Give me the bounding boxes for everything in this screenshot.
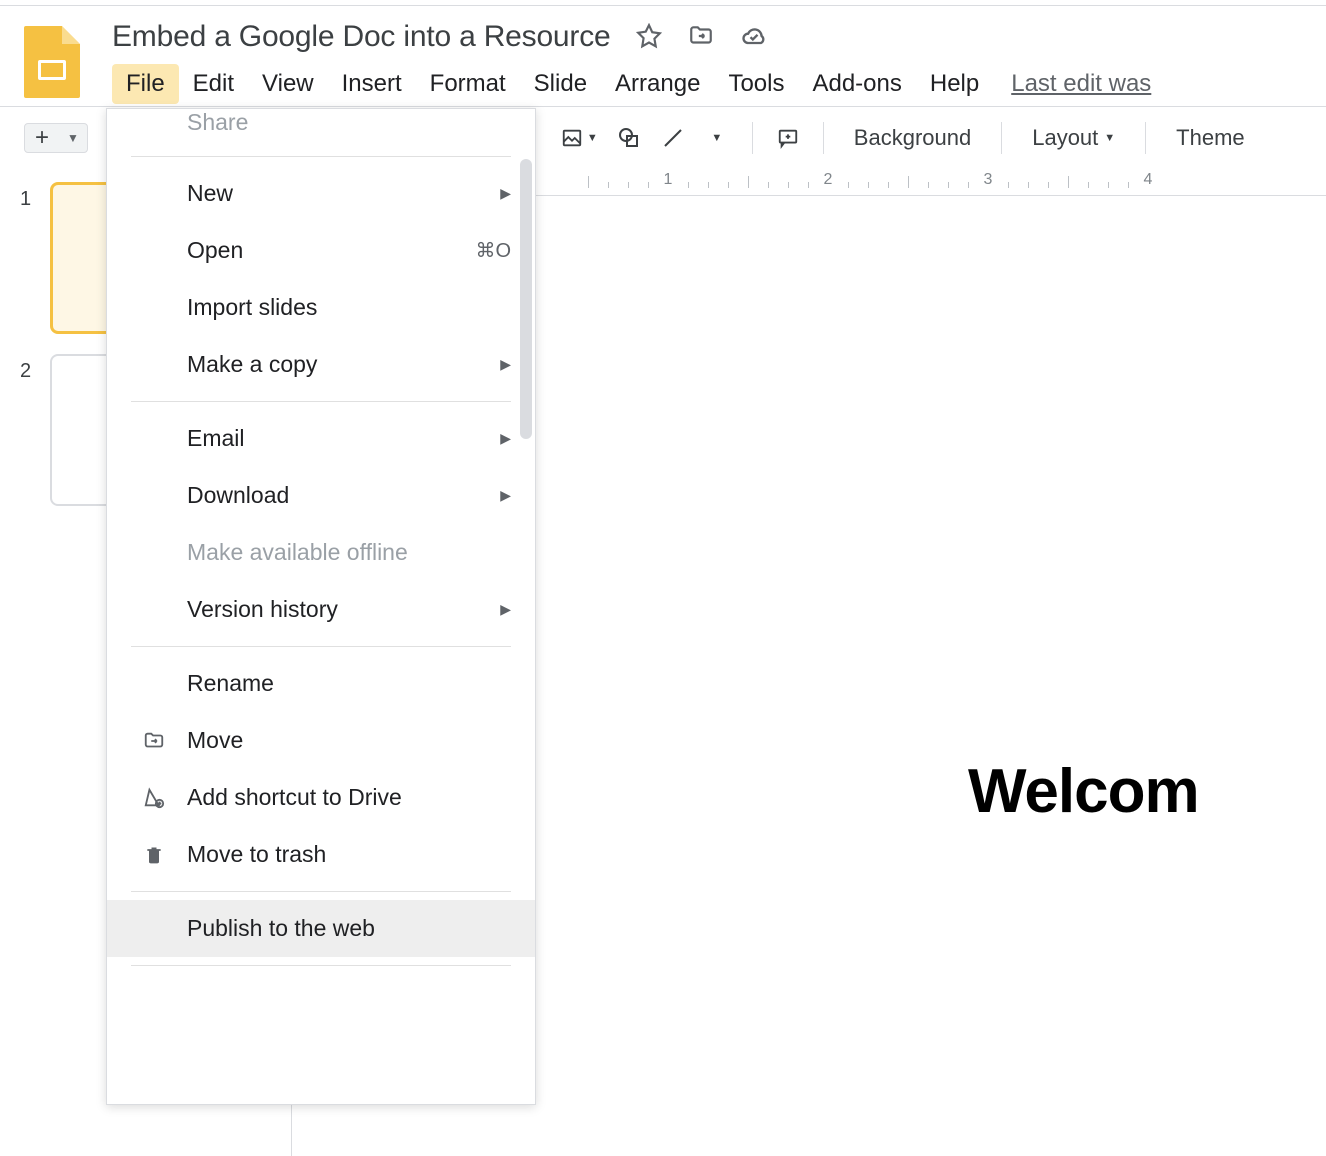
menu-separator — [131, 156, 511, 157]
file-menu-import-slides[interactable]: Import slides — [107, 279, 535, 336]
submenu-arrow-icon: ▶ — [500, 356, 511, 373]
submenu-arrow-icon: ▶ — [500, 487, 511, 504]
move-icon — [139, 730, 169, 752]
menu-slide[interactable]: Slide — [520, 64, 601, 104]
scrollbar[interactable] — [520, 159, 532, 439]
file-menu-offline: Make available offline — [107, 524, 535, 581]
menu-addons[interactable]: Add-ons — [798, 64, 915, 104]
menu-label: Add shortcut to Drive — [187, 784, 511, 811]
menu-tools[interactable]: Tools — [714, 64, 798, 104]
menu-label: Move to trash — [187, 841, 511, 868]
file-menu-email[interactable]: Email ▶ — [107, 410, 535, 467]
ruler-tick: 4 — [1144, 171, 1153, 189]
menu-label: Publish to the web — [187, 915, 511, 942]
ruler-tick: 2 — [824, 171, 833, 189]
new-slide-button[interactable]: + ▼ — [24, 123, 88, 153]
submenu-arrow-icon: ▶ — [500, 430, 511, 447]
menu-separator — [131, 646, 511, 647]
cloud-saved-icon[interactable] — [740, 22, 768, 55]
file-dropdown-menu: Share New ▶ Open ⌘O Import slides Make a… — [106, 108, 536, 1105]
slides-logo[interactable] — [24, 26, 80, 98]
menu-edit[interactable]: Edit — [179, 64, 248, 104]
menu-arrange[interactable]: Arrange — [601, 64, 714, 104]
menu-label: Make available offline — [187, 539, 511, 566]
menu-label: Version history — [187, 596, 500, 623]
menu-label: Email — [187, 425, 500, 452]
divider — [1001, 122, 1002, 154]
ruler-tick: 3 — [984, 171, 993, 189]
caret-down-icon: ▼ — [1104, 132, 1115, 144]
canvas-heading: Welcom — [968, 756, 1199, 827]
menu-label: Download — [187, 482, 500, 509]
theme-button[interactable]: Theme — [1162, 125, 1258, 151]
menu-separator — [131, 891, 511, 892]
image-insert-button[interactable]: ▼ — [555, 119, 604, 157]
last-edit-link[interactable]: Last edit was — [1011, 70, 1151, 98]
menu-label: Import slides — [187, 294, 511, 321]
ruler-tick: 1 — [664, 171, 673, 189]
trash-icon — [139, 844, 169, 866]
caret-down-icon: ▼ — [587, 132, 598, 144]
slide-number: 1 — [20, 182, 50, 211]
file-menu-share[interactable]: Share — [107, 109, 535, 148]
menu-separator — [131, 965, 511, 966]
document-title[interactable]: Embed a Google Doc into a Resource — [112, 20, 610, 54]
menu-label: Move — [187, 727, 511, 754]
layout-label: Layout — [1032, 125, 1098, 151]
caret-down-icon: ▼ — [711, 132, 722, 144]
menu-label: New — [187, 180, 500, 207]
divider — [752, 122, 753, 154]
menu-separator — [131, 401, 511, 402]
menu-label: Make a copy — [187, 351, 500, 378]
menu-help[interactable]: Help — [916, 64, 993, 104]
line-dropdown[interactable]: ▼ — [698, 119, 736, 157]
line-button[interactable] — [654, 119, 692, 157]
move-folder-icon[interactable] — [688, 23, 714, 54]
file-menu-new[interactable]: New ▶ — [107, 165, 535, 222]
file-menu-move[interactable]: Move — [107, 712, 535, 769]
layout-button[interactable]: Layout ▼ — [1018, 125, 1129, 151]
menu-label: Rename — [187, 670, 511, 697]
file-menu-make-copy[interactable]: Make a copy ▶ — [107, 336, 535, 393]
file-menu-publish-web[interactable]: Publish to the web — [107, 900, 535, 957]
slide-canvas[interactable]: Welcom — [538, 196, 1326, 1156]
divider — [823, 122, 824, 154]
menu-format[interactable]: Format — [416, 64, 520, 104]
file-menu-download[interactable]: Download ▶ — [107, 467, 535, 524]
slide-number: 2 — [20, 354, 50, 383]
file-menu-add-shortcut[interactable]: Add shortcut to Drive — [107, 769, 535, 826]
star-icon[interactable] — [636, 23, 662, 54]
file-menu-open[interactable]: Open ⌘O — [107, 222, 535, 279]
file-menu-rename[interactable]: Rename — [107, 655, 535, 712]
menu-insert[interactable]: Insert — [328, 64, 416, 104]
submenu-arrow-icon: ▶ — [500, 185, 511, 202]
menu-label: Open — [187, 237, 475, 264]
menu-file[interactable]: File — [112, 64, 179, 104]
file-menu-move-trash[interactable]: Move to trash — [107, 826, 535, 883]
plus-icon: + — [25, 124, 59, 152]
shape-button[interactable] — [610, 119, 648, 157]
submenu-arrow-icon: ▶ — [500, 601, 511, 618]
divider — [1145, 122, 1146, 154]
menu-label: Share — [187, 109, 511, 136]
file-menu-version-history[interactable]: Version history ▶ — [107, 581, 535, 638]
menu-view[interactable]: View — [248, 64, 328, 104]
comment-button[interactable] — [769, 119, 807, 157]
menu-shortcut: ⌘O — [475, 238, 511, 263]
drive-shortcut-icon — [139, 787, 169, 809]
caret-down-icon[interactable]: ▼ — [59, 131, 87, 145]
background-button[interactable]: Background — [840, 125, 985, 151]
